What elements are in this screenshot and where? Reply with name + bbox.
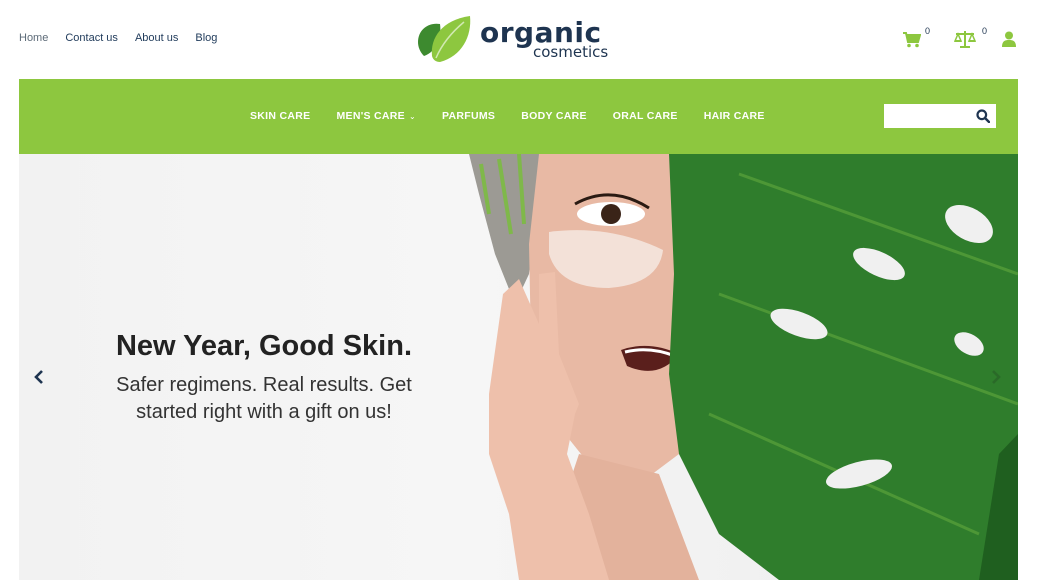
nav-about-link[interactable]: About us [135, 32, 178, 44]
hero-title: New Year, Good Skin. [115, 330, 413, 362]
nav-home-link[interactable]: Home [19, 32, 48, 44]
category-body-care[interactable]: BODY CARE [521, 110, 587, 122]
hero-subtitle-line-2: started right with a gift on us! [136, 401, 392, 423]
hero-subtitle: Safer regimens. Real results. Get starte… [79, 372, 449, 426]
cart-count-badge: 0 [925, 26, 931, 36]
scale-compare-icon [954, 31, 976, 48]
search-input[interactable] [888, 104, 974, 128]
hero-text-block: New Year, Good Skin. Safer regimens. Rea… [79, 330, 449, 426]
chevron-down-icon: ⌄ [408, 112, 416, 121]
account-button[interactable] [1002, 30, 1016, 48]
hero-slider: New Year, Good Skin. Safer regimens. Rea… [19, 154, 1018, 580]
compare-button[interactable]: 0 [954, 26, 1002, 50]
user-icon [1002, 31, 1016, 47]
header-icons: 0 0 [903, 26, 1016, 50]
cart-button[interactable]: 0 [903, 26, 937, 50]
category-parfums[interactable]: PARFUMS [442, 110, 495, 122]
category-hair-care[interactable]: HAIR CARE [704, 110, 765, 122]
top-nav: Home Contact us About us Blog [19, 32, 217, 44]
nav-contact-link[interactable]: Contact us [65, 32, 118, 44]
site-logo[interactable]: organic cosmetics [414, 12, 608, 66]
category-mens-care-label: MEN'S CARE [336, 110, 405, 122]
slider-next-arrow-icon[interactable] [990, 369, 1002, 385]
search-box [884, 104, 996, 128]
hero-subtitle-line-1: Safer regimens. Real results. Get [116, 374, 412, 396]
slider-prev-arrow-icon[interactable] [33, 369, 45, 385]
search-icon[interactable] [976, 109, 990, 123]
category-mens-care[interactable]: MEN'S CARE ⌄ [336, 110, 416, 122]
nav-blog-link[interactable]: Blog [195, 32, 217, 44]
logo-tagline: cosmetics [533, 42, 609, 61]
cart-icon [903, 32, 921, 48]
category-oral-care[interactable]: ORAL CARE [613, 110, 678, 122]
category-nav-bar: SKIN CARE MEN'S CARE ⌄ PARFUMS BODY CARE … [19, 79, 1018, 154]
compare-count-badge: 0 [982, 26, 988, 36]
category-menu: SKIN CARE MEN'S CARE ⌄ PARFUMS BODY CARE … [250, 110, 765, 122]
leaf-logo-icon [418, 16, 471, 62]
category-skin-care[interactable]: SKIN CARE [250, 110, 310, 122]
